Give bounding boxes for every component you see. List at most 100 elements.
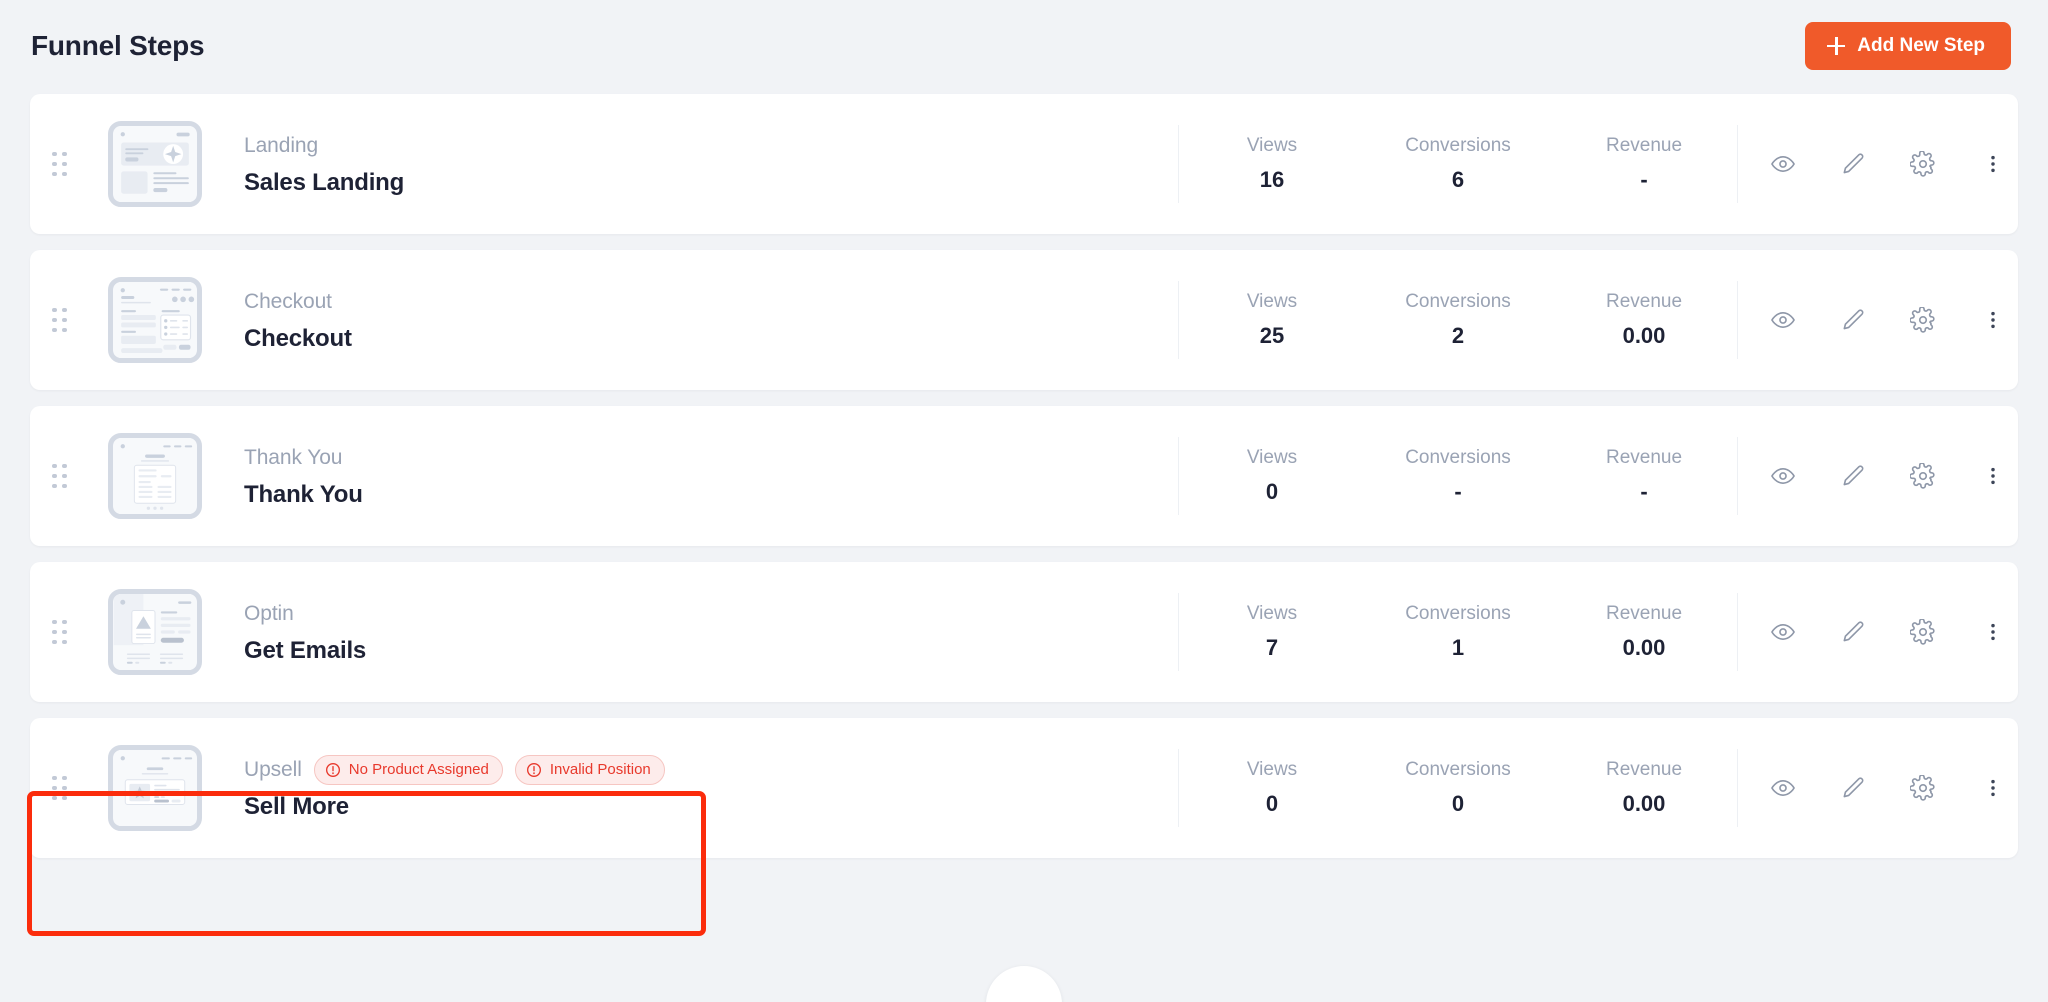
handle-dot: [52, 317, 57, 322]
step-type-label: Optin: [244, 601, 294, 625]
handle-dot: [52, 483, 57, 488]
funnel-step-row[interactable]: Landing Sales Landing Views 16 Conversio…: [30, 94, 2018, 234]
step-stats: Views 16 Conversions 6 Revenue -: [1179, 135, 1737, 193]
step-thumbnail[interactable]: [108, 277, 202, 363]
gear-icon: [1910, 619, 1936, 645]
handle-dot: [52, 775, 57, 780]
step-settings-button[interactable]: [1908, 773, 1938, 803]
revenue-label: Revenue: [1605, 291, 1683, 312]
page-title: Funnel Steps: [31, 30, 205, 61]
views-stat: Views 0: [1179, 447, 1365, 505]
step-more-menu-button[interactable]: [1978, 461, 2008, 491]
step-settings-button[interactable]: [1908, 305, 1938, 335]
handle-dot: [52, 629, 57, 634]
gear-icon: [1910, 307, 1936, 333]
edit-step-button[interactable]: [1838, 773, 1868, 803]
step-name: Sales Landing: [244, 168, 405, 196]
conversions-stat: Conversions 0: [1365, 759, 1551, 817]
views-label: Views: [1246, 603, 1298, 624]
drag-handle[interactable]: [52, 463, 108, 489]
handle-dot: [62, 317, 67, 322]
conversions-label: Conversions: [1405, 291, 1511, 312]
add-new-step-label: Add New Step: [1857, 35, 1985, 56]
revenue-stat: Revenue -: [1551, 135, 1737, 193]
handle-dot: [62, 639, 67, 644]
funnel-step-row[interactable]: Thank You Thank You Views 0 Conversions …: [30, 406, 2018, 546]
funnel-step-row[interactable]: Upsell No Product Assigned Invalid Posit…: [30, 718, 2018, 858]
revenue-value: 0.00: [1622, 323, 1666, 348]
revenue-value: -: [1640, 479, 1648, 504]
step-actions: [1738, 773, 2018, 803]
edit-step-button[interactable]: [1838, 149, 1868, 179]
views-label: Views: [1246, 135, 1298, 156]
funnel-step-row[interactable]: Checkout Checkout Views 25 Conversions 2…: [30, 250, 2018, 390]
conversions-value: -: [1454, 479, 1462, 504]
step-type-label: Thank You: [244, 445, 343, 469]
handle-dot: [62, 307, 67, 312]
conversions-stat: Conversions -: [1365, 447, 1551, 505]
views-stat: Views 7: [1179, 603, 1365, 661]
step-thumbnail[interactable]: [108, 589, 202, 675]
step-thumbnail[interactable]: [108, 433, 202, 519]
drag-handle[interactable]: [52, 775, 108, 801]
edit-step-button[interactable]: [1838, 617, 1868, 647]
handle-dot: [62, 619, 67, 624]
step-titles: Landing Sales Landing: [244, 132, 1178, 197]
revenue-label: Revenue: [1605, 759, 1683, 780]
step-stats: Views 7 Conversions 1 Revenue 0.00: [1179, 603, 1737, 661]
drag-handle[interactable]: [52, 151, 108, 177]
drag-handle[interactable]: [52, 307, 108, 333]
revenue-value: -: [1640, 167, 1648, 192]
add-new-step-button[interactable]: Add New Step: [1805, 22, 2011, 70]
step-stats: Views 0 Conversions - Revenue -: [1179, 447, 1737, 505]
step-warning-badge: No Product Assigned: [313, 754, 503, 785]
step-name: Sell More: [244, 792, 349, 820]
step-thumbnail[interactable]: [108, 121, 202, 207]
handle-dot: [62, 327, 67, 332]
step-actions: [1738, 305, 2018, 335]
conversions-value: 2: [1451, 323, 1465, 348]
funnel-step-row[interactable]: Optin Get Emails Views 7 Conversions 1 R…: [30, 562, 2018, 702]
step-more-menu-button[interactable]: [1978, 305, 2008, 335]
edit-step-button[interactable]: [1838, 461, 1868, 491]
gear-icon: [1910, 463, 1936, 489]
views-stat: Views 0: [1179, 759, 1365, 817]
step-more-menu-button[interactable]: [1978, 617, 2008, 647]
vertical-dots-icon: [1982, 621, 2004, 643]
views-label: Views: [1246, 291, 1298, 312]
conversions-label: Conversions: [1405, 603, 1511, 624]
views-value: 16: [1259, 167, 1285, 192]
step-type-line: Landing: [244, 132, 1178, 160]
step-more-menu-button[interactable]: [1978, 149, 2008, 179]
step-settings-button[interactable]: [1908, 149, 1938, 179]
vertical-dots-icon: [1982, 465, 2004, 487]
handle-dot: [62, 171, 67, 176]
views-stat: Views 16: [1179, 135, 1365, 193]
step-thumbnail[interactable]: [108, 745, 202, 831]
handle-dot: [52, 151, 57, 156]
conversions-value: 1: [1451, 635, 1465, 660]
views-value: 25: [1259, 323, 1285, 348]
drag-handle[interactable]: [52, 619, 108, 645]
preview-step-button[interactable]: [1768, 149, 1798, 179]
edit-step-button[interactable]: [1838, 305, 1868, 335]
bottom-add-step-button[interactable]: [986, 966, 1062, 1002]
revenue-label: Revenue: [1605, 603, 1683, 624]
step-name: Get Emails: [244, 636, 367, 664]
step-more-menu-button[interactable]: [1978, 773, 2008, 803]
alert-circle-icon: [325, 762, 341, 778]
handle-dot: [52, 785, 57, 790]
vertical-dots-icon: [1982, 309, 2004, 331]
handle-dot: [52, 327, 57, 332]
handle-dot: [52, 639, 57, 644]
badge-label: No Product Assigned: [348, 761, 489, 778]
preview-step-button[interactable]: [1768, 305, 1798, 335]
preview-step-button[interactable]: [1768, 617, 1798, 647]
step-settings-button[interactable]: [1908, 461, 1938, 491]
preview-step-button[interactable]: [1768, 773, 1798, 803]
preview-step-button[interactable]: [1768, 461, 1798, 491]
revenue-stat: Revenue 0.00: [1551, 291, 1737, 349]
step-type-line: Optin: [244, 600, 1178, 628]
step-settings-button[interactable]: [1908, 617, 1938, 647]
plus-icon: [1827, 37, 1846, 55]
